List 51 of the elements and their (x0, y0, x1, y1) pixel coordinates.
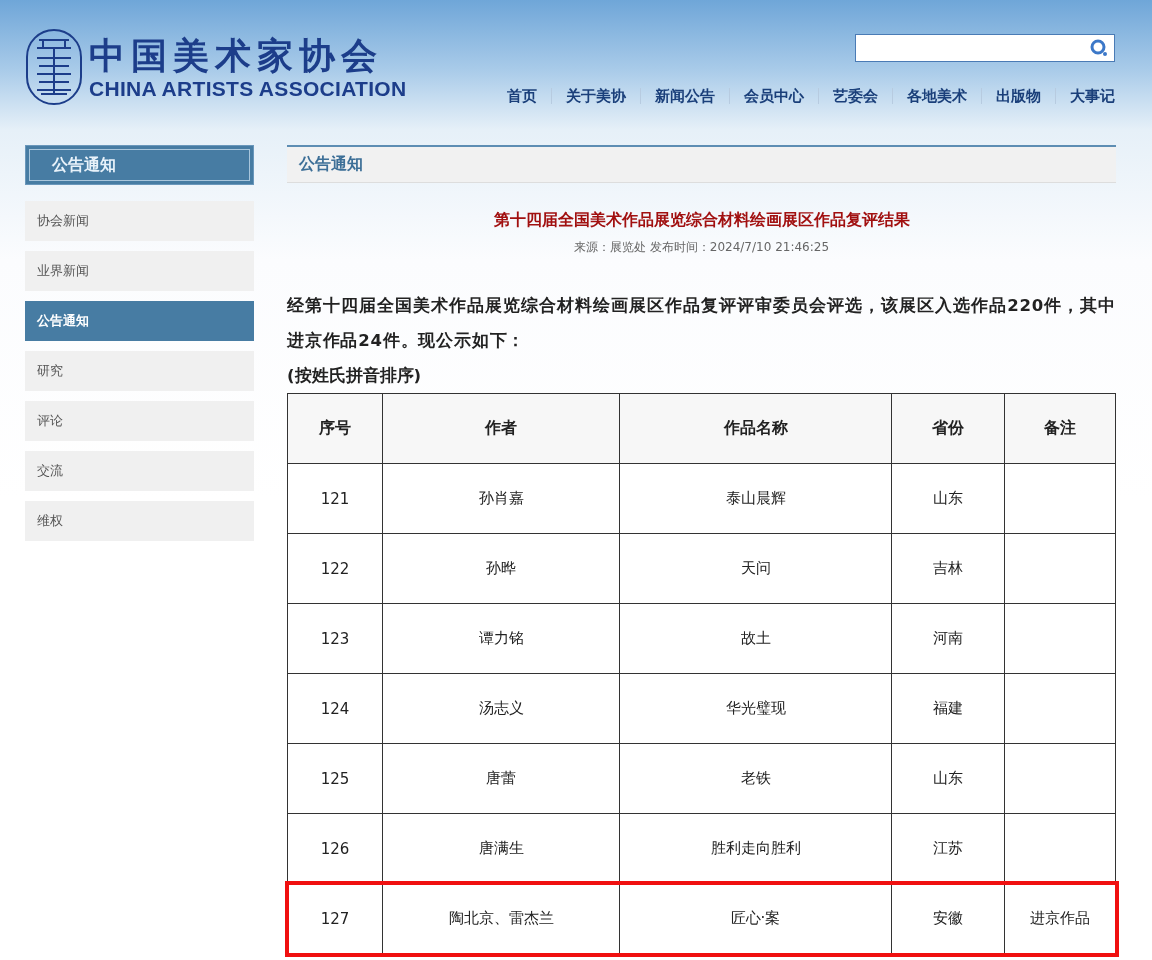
table-cell: 山东 (892, 464, 1005, 534)
table-cell: 唐蕾 (383, 744, 620, 814)
table-cell: 泰山晨辉 (620, 464, 892, 534)
sidebar-item[interactable]: 协会新闻 (25, 201, 254, 241)
article-meta: 来源：展览处 发布时间：2024/7/10 21:46:25 (572, 239, 831, 256)
column-header: 省份 (892, 394, 1005, 464)
search-field[interactable] (855, 34, 1115, 62)
table-cell: 吉林 (892, 534, 1005, 604)
table-cell: 124 (288, 674, 383, 744)
nav-link[interactable]: 关于美协 (551, 88, 640, 104)
nav-link[interactable]: 首页 (493, 88, 551, 104)
article-title: 第十四届全国美术作品展览综合材料绘画展区作品复评结果 (492, 209, 911, 231)
nav-link[interactable]: 大事记 (1055, 88, 1115, 104)
logo-english-text: CHINA ARTISTS ASSOCIATION (89, 77, 407, 101)
table-cell: 122 (288, 534, 383, 604)
sidebar-item[interactable]: 研究 (25, 351, 254, 391)
article-paragraph: 经第十四届全国美术作品展览综合材料绘画展区作品复评评审委员会评选，该展区入选作品220件，其中进京作品24件。现公示如下： (287, 295, 1116, 352)
logo-emblem-icon (25, 28, 83, 106)
section-title: 公告通知 (287, 145, 1116, 183)
table-cell: 125 (288, 744, 383, 814)
nav-link[interactable]: 各地美术 (892, 88, 981, 104)
table-cell: 孙晔 (383, 534, 620, 604)
table-cell: 谭力铭 (383, 604, 620, 674)
nav-link[interactable]: 艺委会 (818, 88, 892, 104)
table-cell: 故土 (620, 604, 892, 674)
table-cell: 河南 (892, 604, 1005, 674)
sidebar-item[interactable]: 评论 (25, 401, 254, 441)
column-header: 作品名称 (620, 394, 892, 464)
sort-note: (按姓氏拼音排序) (287, 365, 423, 387)
table-cell: 山东 (892, 744, 1005, 814)
search-icon[interactable] (1090, 39, 1108, 57)
table-cell: 天问 (620, 534, 892, 604)
nav-link[interactable]: 会员中心 (729, 88, 818, 104)
sidebar-item[interactable]: 业界新闻 (25, 251, 254, 291)
nav-link[interactable]: 出版物 (981, 88, 1055, 104)
table-cell: 孙肖嘉 (383, 464, 620, 534)
sidebar-item[interactable]: 交流 (25, 451, 254, 491)
table-cell: 汤志义 (383, 674, 620, 744)
table-cell: 福建 (892, 674, 1005, 744)
nav-link[interactable]: 新闻公告 (640, 88, 729, 104)
table-cell: 121 (288, 464, 383, 534)
table-cell: 123 (288, 604, 383, 674)
column-header: 备注 (1005, 394, 1116, 464)
column-header: 序号 (288, 394, 383, 464)
table-cell: 老铁 (620, 744, 892, 814)
sidebar-item[interactable]: 维权 (25, 501, 254, 541)
table-cell: 华光璧现 (620, 674, 892, 744)
sidebar-title: 公告通知 (25, 145, 254, 185)
column-header: 作者 (383, 394, 620, 464)
logo-chinese-text: 中国美术家协会 (89, 33, 384, 77)
sidebar-item[interactable]: 公告通知 (25, 301, 254, 341)
